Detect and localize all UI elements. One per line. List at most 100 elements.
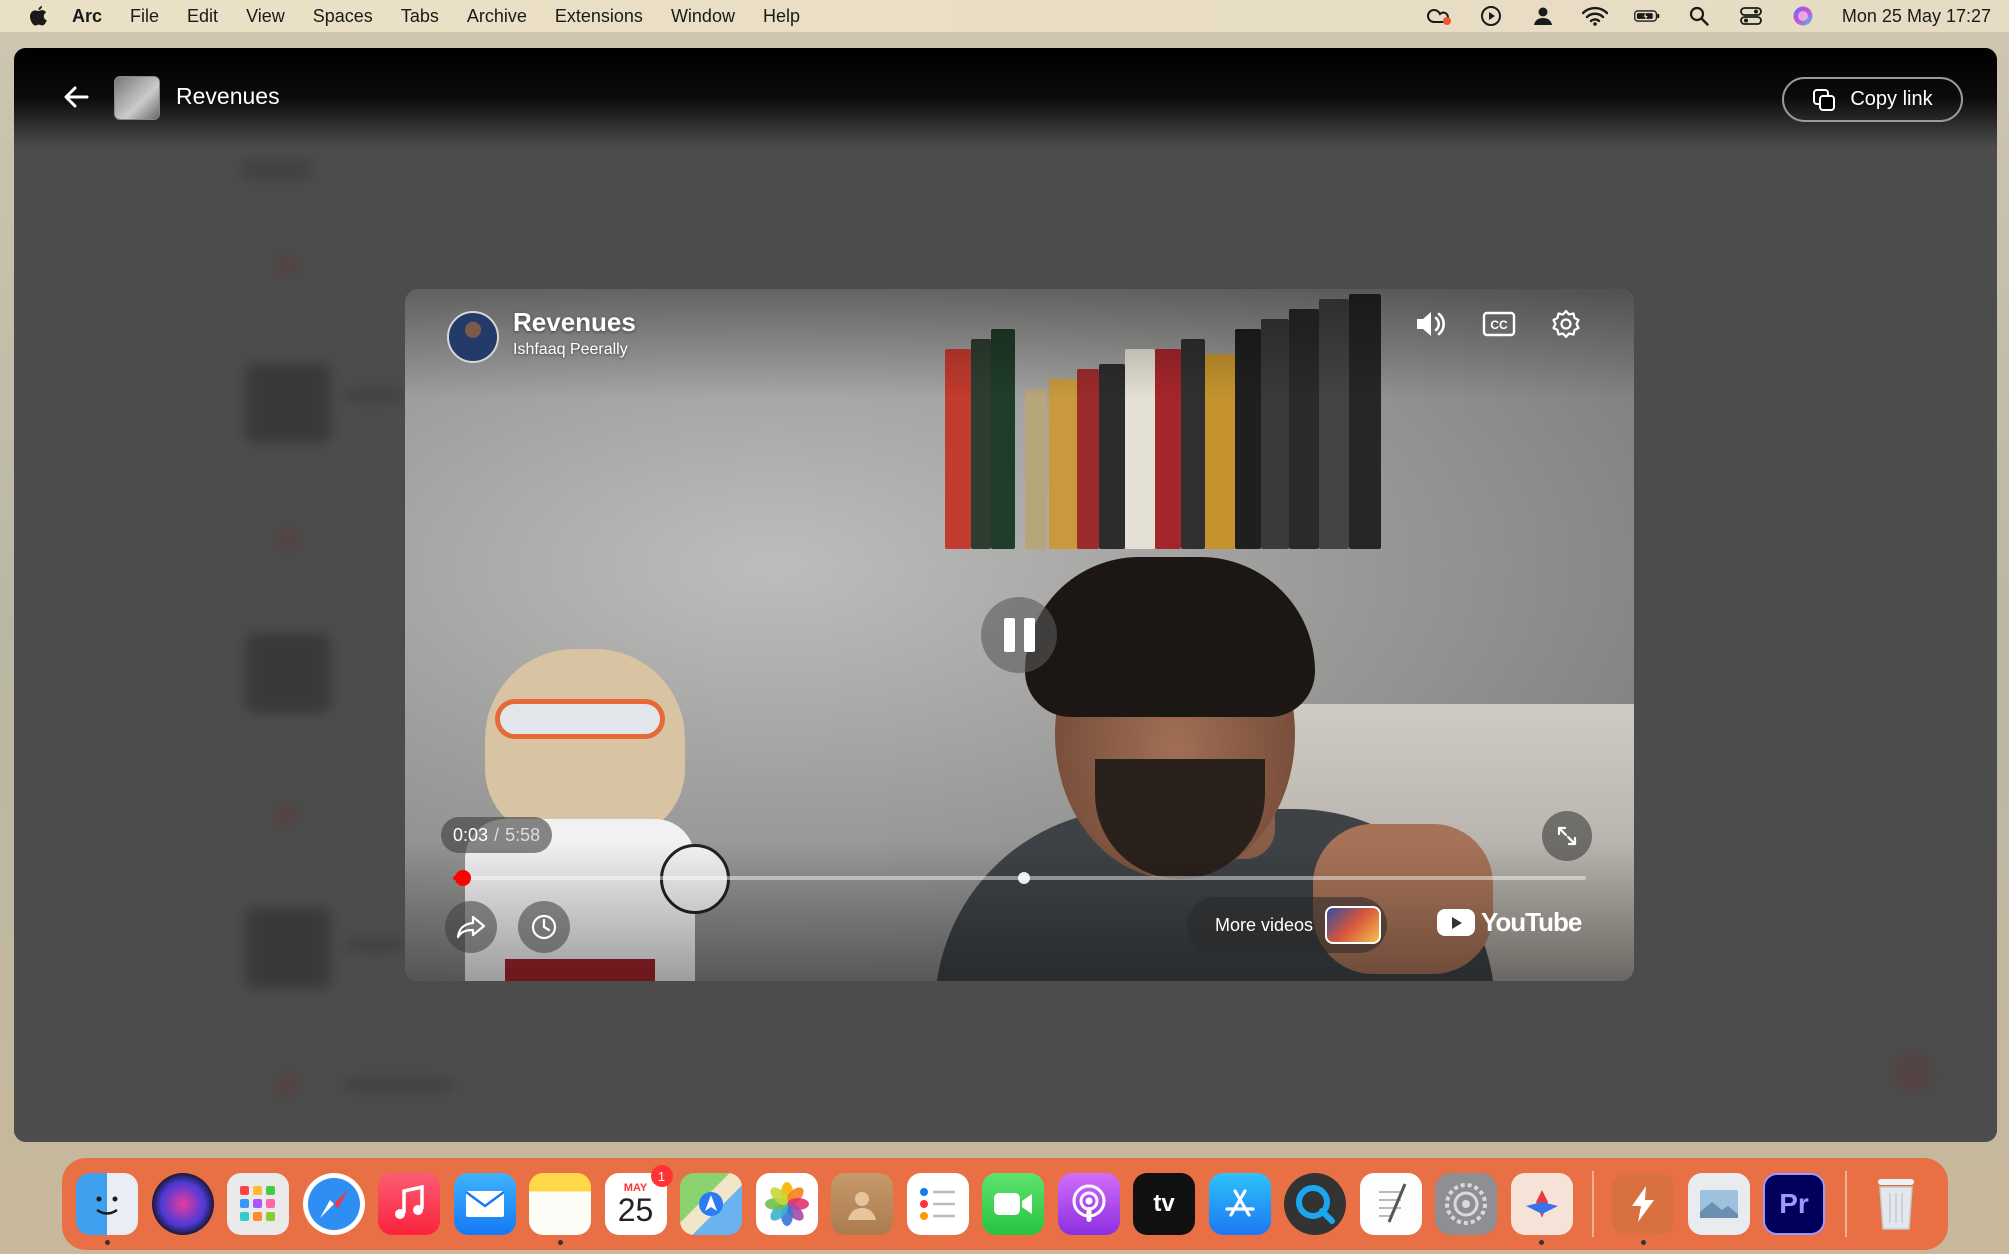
page-title: Revenues: [176, 83, 280, 109]
dock-mail-icon[interactable]: [453, 1173, 516, 1235]
search-icon[interactable]: [1686, 5, 1712, 27]
apple-icon[interactable]: [26, 4, 50, 28]
back-button[interactable]: [58, 83, 94, 111]
channel-avatar[interactable]: [447, 311, 499, 363]
progress-bar[interactable]: [453, 870, 1586, 886]
page-header: Revenues Copy link: [14, 48, 1997, 148]
menu-edit[interactable]: Edit: [187, 6, 218, 27]
dock-running-dot: [1539, 1240, 1544, 1245]
dock-quicktime-icon[interactable]: [1284, 1173, 1346, 1235]
copy-link-label: Copy link: [1850, 88, 1933, 110]
blurred-heading: [242, 158, 312, 180]
video-person-hair: [1025, 557, 1315, 717]
volume-icon[interactable]: [1411, 304, 1451, 344]
blurred-text: [344, 388, 404, 402]
dock-photos-icon[interactable]: [755, 1173, 818, 1235]
blurred-text: [344, 938, 404, 952]
dock-running-dot: [104, 1240, 110, 1245]
pause-button[interactable]: [981, 597, 1057, 673]
dock-facetime-icon[interactable]: [982, 1173, 1044, 1235]
dock-trash-icon[interactable]: [1865, 1173, 1927, 1235]
blurred-button: [1894, 1053, 1934, 1093]
watch-later-button[interactable]: [518, 901, 570, 953]
video-title[interactable]: Revenues: [513, 307, 636, 338]
youtube-logo[interactable]: YouTube: [1437, 907, 1582, 938]
dock-running-dot: [557, 1240, 563, 1245]
dock-creative-cloud-icon[interactable]: [1510, 1173, 1573, 1245]
arc-window: Revenues Copy link Revenues Ishfaaq Peer…: [14, 48, 1997, 1142]
control-center-icon[interactable]: [1738, 5, 1764, 27]
creative-cloud-icon[interactable]: [1426, 5, 1452, 27]
blurred-thumbnail: [246, 633, 330, 713]
clock-icon: [531, 914, 557, 940]
copy-link-button[interactable]: Copy link: [1782, 77, 1963, 122]
video-player[interactable]: Revenues Ishfaaq Peerally CC 0:03 / 5:58: [405, 289, 1634, 981]
youtube-play-icon: [1437, 909, 1475, 936]
dock-app-store-icon[interactable]: [1208, 1173, 1271, 1235]
captions-icon[interactable]: CC: [1479, 304, 1519, 344]
menu-view[interactable]: View: [246, 6, 285, 27]
dock-premiere-pro-icon[interactable]: Pr: [1763, 1173, 1825, 1235]
blurred-dot: [274, 253, 298, 277]
progress-buffer-marker: [1018, 872, 1031, 884]
dock-maps-icon[interactable]: [680, 1173, 742, 1235]
dock-reminders-icon[interactable]: [906, 1173, 969, 1235]
page-thumbnail: [114, 76, 160, 120]
expand-icon: [1557, 826, 1577, 846]
dock-music-icon[interactable]: [378, 1173, 440, 1235]
fullscreen-button[interactable]: [1542, 811, 1592, 861]
dock-launchpad-icon[interactable]: [227, 1173, 289, 1235]
copy-icon: [1813, 88, 1836, 111]
blurred-dot: [274, 528, 298, 552]
menu-help[interactable]: Help: [763, 6, 800, 27]
svg-text:CC: CC: [1490, 318, 1508, 332]
menu-spaces[interactable]: Spaces: [313, 6, 373, 27]
dock-podcasts-icon[interactable]: [1057, 1173, 1120, 1235]
siri-icon[interactable]: [1790, 5, 1816, 27]
time-current: 0:03: [453, 824, 489, 845]
menu-window[interactable]: Window: [671, 6, 735, 27]
blurred-dot: [274, 803, 298, 827]
settings-gear-icon[interactable]: [1546, 304, 1586, 344]
battery-icon[interactable]: [1633, 5, 1660, 27]
menu-archive[interactable]: Archive: [467, 6, 527, 27]
blurred-thumbnail: [246, 908, 330, 988]
more-videos-button[interactable]: More videos: [1187, 897, 1387, 953]
user-icon[interactable]: [1530, 5, 1556, 27]
dock-calendar-icon[interactable]: MAY 25 1: [604, 1165, 673, 1235]
dock-siri-icon[interactable]: [151, 1173, 214, 1235]
blurred-dot: [274, 1073, 298, 1097]
dock-separator: [1592, 1171, 1594, 1237]
menu-app-arc[interactable]: Arc: [72, 6, 102, 27]
time-separator: /: [494, 824, 500, 845]
premiere-label: Pr: [1779, 1188, 1809, 1219]
menu-bar: Arc File Edit View Spaces Tabs Archive E…: [0, 0, 2009, 32]
play-circle-icon[interactable]: [1478, 5, 1504, 27]
dock-safari-icon[interactable]: [302, 1173, 365, 1235]
pause-bar-right: [1023, 618, 1035, 652]
dock-finder-icon[interactable]: [76, 1173, 138, 1245]
share-arrow-icon: [456, 915, 486, 939]
more-videos-thumbnail: [1325, 906, 1382, 944]
time-display: 0:03 / 5:58: [441, 817, 553, 853]
menu-file[interactable]: File: [130, 6, 159, 27]
apple-tv-label: tv: [1153, 1190, 1175, 1217]
menu-tabs[interactable]: Tabs: [401, 6, 439, 27]
menu-clock[interactable]: Mon 25 May 17:27: [1842, 6, 1991, 27]
dock-preview-icon[interactable]: [1687, 1173, 1750, 1235]
dock-spark-icon[interactable]: [1612, 1173, 1674, 1245]
wifi-icon[interactable]: [1581, 5, 1608, 27]
dock-running-dot: [1640, 1240, 1646, 1245]
dock: MAY 25 1 tv Pr: [62, 1158, 1948, 1250]
dock-system-preferences-icon[interactable]: [1435, 1173, 1497, 1235]
dock-textedit-icon[interactable]: [1359, 1173, 1422, 1235]
share-button[interactable]: [445, 901, 497, 953]
more-videos-label: More videos: [1215, 914, 1314, 935]
menu-extensions[interactable]: Extensions: [555, 6, 643, 27]
channel-name[interactable]: Ishfaaq Peerally: [513, 341, 628, 359]
dock-notes-icon[interactable]: [529, 1173, 591, 1245]
dock-separator: [1844, 1171, 1847, 1237]
dock-apple-tv-icon[interactable]: tv: [1133, 1173, 1195, 1235]
time-total: 5:58: [505, 824, 541, 845]
dock-contacts-icon[interactable]: [831, 1173, 893, 1235]
